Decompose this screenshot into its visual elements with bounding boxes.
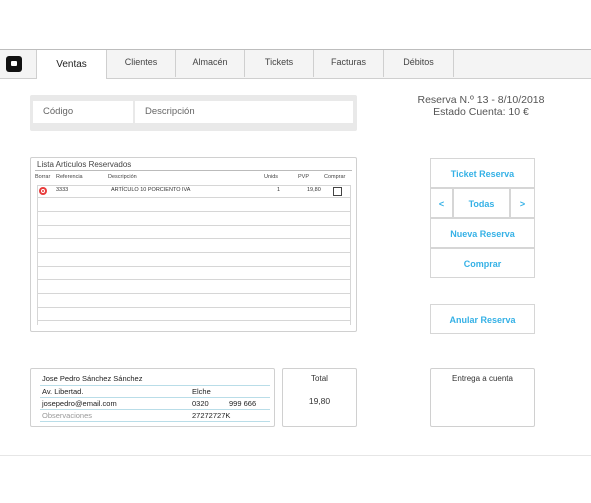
panel-divider — [35, 170, 352, 171]
tab-almacen[interactable]: Almacén — [176, 50, 245, 77]
field-underline — [40, 397, 270, 398]
customer-city: Elche — [192, 387, 211, 396]
tab-facturas[interactable]: Facturas — [314, 50, 384, 77]
table-row-line — [37, 225, 350, 226]
row-referencia: 3333 — [56, 187, 69, 193]
table-row-line — [37, 307, 350, 308]
col-header-unids: Unids — [264, 174, 279, 180]
col-header-comprar: Comprar — [324, 174, 346, 180]
table-row-line — [37, 197, 350, 198]
col-header-descripcion: Descripción — [108, 174, 137, 180]
table-row-line — [37, 320, 350, 321]
total-value: 19,80 — [308, 396, 331, 406]
tab-tickets[interactable]: Tickets — [245, 50, 314, 77]
customer-postal: 0320 — [192, 399, 209, 408]
field-underline — [40, 409, 270, 410]
table-row-line — [37, 252, 350, 253]
ticket-reserva-button[interactable]: Ticket Reserva — [430, 158, 535, 188]
total-box: Total 19,80 — [282, 368, 357, 427]
customer-name: Jose Pedro Sánchez Sánchez — [42, 374, 143, 383]
reserva-number: Reserva N.º 13 - 8/10/2018 — [417, 94, 545, 106]
field-underline — [40, 385, 270, 386]
delete-icon[interactable] — [39, 187, 47, 195]
main-tab-bar: Ventas Clientes Almacén Tickets Facturas… — [0, 50, 591, 79]
tab-debitos[interactable]: Débitos — [384, 50, 454, 77]
estado-cuenta: Estado Cuenta: 10 € — [433, 106, 529, 118]
codigo-field[interactable]: Código — [33, 101, 133, 123]
anular-reserva-button[interactable]: Anular Reserva — [430, 304, 535, 334]
table-row-line — [37, 211, 350, 212]
table-left-border — [37, 185, 38, 325]
descripcion-field[interactable]: Descripción — [135, 101, 353, 123]
search-box: Código Descripción — [30, 95, 357, 131]
customer-address: Av. Libertad. — [42, 387, 84, 396]
col-header-pvp: PVP — [298, 174, 310, 180]
tab-clientes[interactable]: Clientes — [107, 50, 176, 77]
entrega-a-cuenta-box[interactable]: Entrega a cuenta — [430, 368, 535, 427]
prev-button[interactable]: < — [430, 188, 453, 218]
reserved-items-panel: Lista Articulos Reservados Borrar Refere… — [30, 157, 357, 332]
table-row-line — [37, 279, 350, 280]
table-row-line — [37, 238, 350, 239]
customer-card: Jose Pedro Sánchez Sánchez Av. Libertad.… — [30, 368, 275, 427]
nueva-reserva-button[interactable]: Nueva Reserva — [430, 218, 535, 248]
total-label: Total — [311, 374, 328, 383]
row-descripcion: ARTÍCULO 10 PORCIENTO IVA — [111, 187, 191, 193]
customer-email: josepedro@email.com — [42, 399, 117, 408]
observaciones-field[interactable]: Observaciones — [42, 411, 92, 420]
comprar-button[interactable]: Comprar — [430, 248, 535, 278]
table-row-line — [37, 185, 350, 186]
table-right-border — [350, 185, 351, 325]
col-header-referencia: Referencia — [56, 174, 83, 180]
row-pvp: 19,80 — [307, 187, 321, 193]
field-underline — [40, 421, 270, 422]
entrega-label: Entrega a cuenta — [452, 374, 513, 383]
table-row-line — [37, 266, 350, 267]
app-logo-icon — [6, 56, 22, 72]
table-row-line — [37, 293, 350, 294]
tab-ventas[interactable]: Ventas — [36, 50, 107, 79]
reserva-header: Reserva N.º 13 - 8/10/2018 Estado Cuenta… — [405, 94, 557, 118]
row-unids: 1 — [277, 187, 281, 193]
todas-button[interactable]: Todas — [453, 188, 510, 218]
panel-title: Lista Articulos Reservados — [37, 160, 132, 169]
comprar-checkbox[interactable] — [333, 187, 342, 196]
customer-phone: 999 666 — [229, 399, 257, 408]
customer-dni: 27272727K — [192, 411, 231, 420]
col-header-borrar: Borrar — [35, 174, 51, 180]
app-window: Ventas Clientes Almacén Tickets Facturas… — [0, 49, 591, 456]
next-button[interactable]: > — [510, 188, 535, 218]
